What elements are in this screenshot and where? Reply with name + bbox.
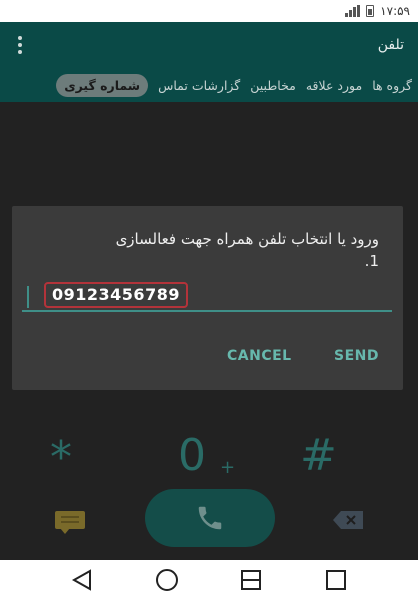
dialog-message: ورود یا انتخاب تلفن همراه جهت فعالسازی 1…: [39, 228, 379, 272]
navigation-bar: [0, 560, 418, 600]
home-circle-icon[interactable]: [152, 565, 182, 595]
dialog-message-text: ورود یا انتخاب تلفن همراه جهت فعالسازی: [115, 230, 379, 248]
dial-key-zero-plus: +: [220, 457, 236, 478]
tab-dialer[interactable]: شماره گیری: [56, 73, 149, 97]
tab-favorites[interactable]: مورد علاقه: [306, 78, 362, 93]
app-bar: تلفن: [0, 22, 418, 68]
cancel-button[interactable]: CANCEL: [227, 348, 292, 364]
phone-number-value[interactable]: 09123456789: [44, 282, 188, 308]
status-bar: ۱۷:۵۹: [0, 0, 418, 22]
dial-key-star[interactable]: *: [50, 436, 72, 480]
call-button[interactable]: [145, 489, 275, 547]
message-icon[interactable]: [55, 511, 85, 534]
dual-window-icon[interactable]: [236, 565, 266, 595]
dialog-message-number: 1.: [364, 252, 379, 270]
back-triangle-icon[interactable]: [67, 565, 97, 595]
send-button[interactable]: SEND: [334, 348, 379, 364]
phone-icon: [198, 506, 222, 530]
backspace-icon[interactable]: [332, 510, 364, 530]
status-time: ۱۷:۵۹: [380, 4, 410, 18]
tab-groups[interactable]: گروه ها: [372, 78, 412, 93]
phone-input-field[interactable]: 09123456789: [22, 282, 392, 312]
recents-square-icon[interactable]: [321, 565, 351, 595]
tab-call-log[interactable]: گزارشات تماس: [158, 78, 240, 93]
overflow-menu-icon[interactable]: [18, 36, 22, 54]
app-title: تلفن: [377, 37, 404, 53]
text-cursor: [27, 286, 29, 308]
activation-dialog: ورود یا انتخاب تلفن همراه جهت فعالسازی 1…: [12, 206, 403, 390]
tabs-bar: گروه ها مورد علاقه مخاطبین گزارشات تماس …: [0, 68, 418, 102]
tab-contacts[interactable]: مخاطبین: [250, 78, 296, 93]
dial-key-zero[interactable]: 0: [178, 434, 206, 478]
battery-icon: [366, 5, 375, 17]
dial-key-hash[interactable]: #: [300, 434, 337, 478]
signal-icon: [345, 5, 361, 17]
